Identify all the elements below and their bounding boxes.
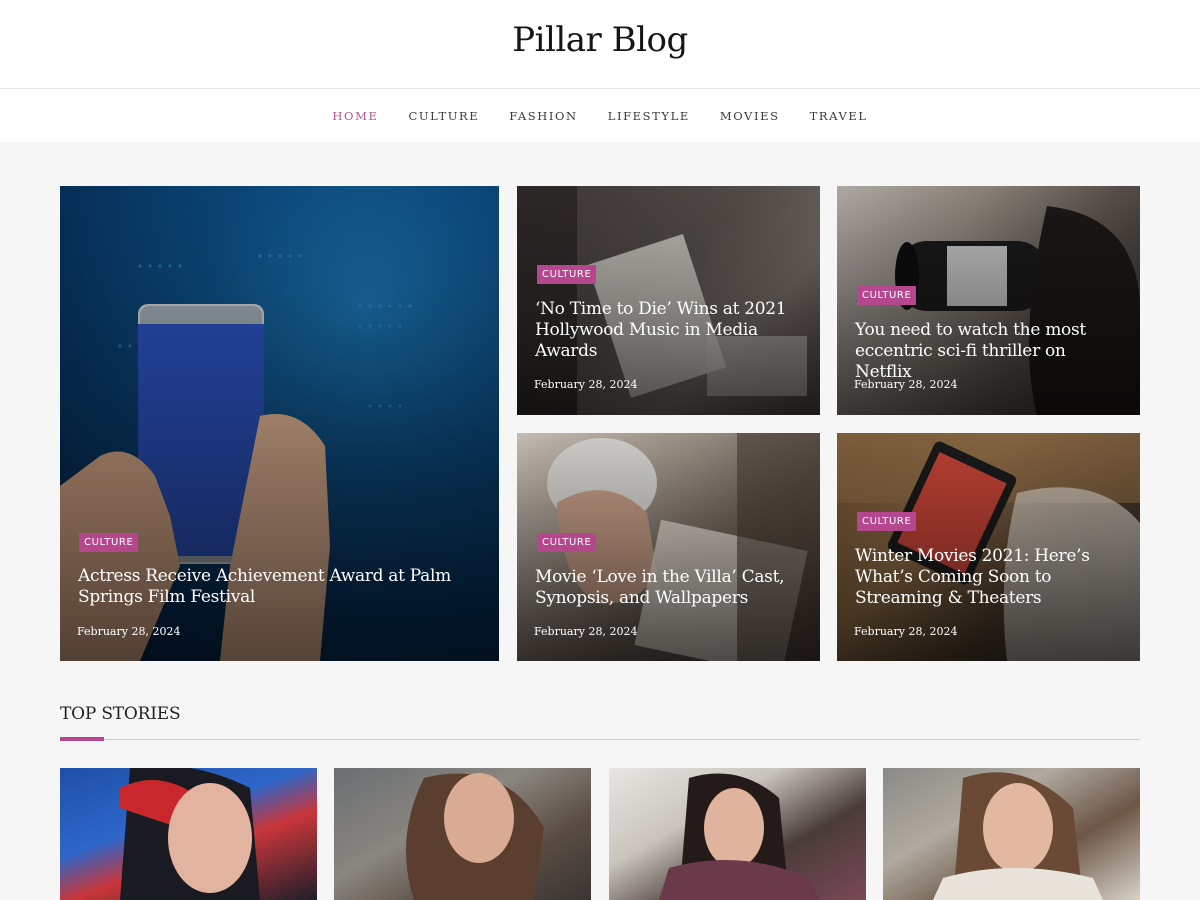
- nav-item-movies[interactable]: MOVIES: [705, 109, 795, 123]
- featured-card-2-date: February 28, 2024: [854, 378, 958, 391]
- nav-item-culture[interactable]: CULTURE: [393, 109, 494, 123]
- featured-card-4[interactable]: CULTURE Winter Movies 2021: Here’s What’…: [837, 433, 1140, 661]
- category-badge[interactable]: CULTURE: [79, 533, 139, 552]
- nav-item-fashion[interactable]: FASHION: [494, 109, 592, 123]
- portrait-image: [659, 773, 819, 900]
- site-header: Pillar Blog: [0, 0, 1200, 89]
- section-divider: [60, 739, 1140, 740]
- category-badge[interactable]: CULTURE: [857, 512, 917, 531]
- featured-main-date: February 28, 2024: [77, 625, 181, 638]
- nav-item-home[interactable]: HOME: [317, 109, 393, 123]
- top-stories-heading: TOP STORIES: [60, 704, 181, 724]
- featured-main-title[interactable]: Actress Receive Achievement Award at Pal…: [78, 566, 458, 608]
- featured-card-2-title[interactable]: You need to watch the most eccentric sci…: [855, 320, 1125, 383]
- top-story-card-3[interactable]: [609, 768, 866, 900]
- main-nav: HOME CULTURE FASHION LIFESTYLE MOVIES TR…: [0, 89, 1200, 142]
- featured-card-1-title[interactable]: ‘No Time to Die’ Wins at 2021 Hollywood …: [535, 299, 800, 362]
- nav-item-lifestyle[interactable]: LIFESTYLE: [593, 109, 705, 123]
- featured-card-3-date: February 28, 2024: [534, 625, 638, 638]
- featured-card-2[interactable]: CULTURE You need to watch the most eccen…: [837, 186, 1140, 415]
- site-title[interactable]: Pillar Blog: [0, 20, 1200, 60]
- portrait-image: [933, 772, 1103, 900]
- featured-main-card[interactable]: CULTURE Actress Receive Achievement Awar…: [60, 186, 499, 661]
- featured-card-3-title[interactable]: Movie ‘Love in the Villa’ Cast, Synopsis…: [535, 567, 800, 609]
- portrait-image: [120, 768, 260, 900]
- featured-card-1-date: February 28, 2024: [534, 378, 638, 391]
- featured-card-1[interactable]: CULTURE ‘No Time to Die’ Wins at 2021 Ho…: [517, 186, 820, 415]
- portrait-image: [406, 773, 544, 900]
- top-story-card-2[interactable]: [334, 768, 591, 900]
- category-badge[interactable]: CULTURE: [857, 286, 917, 305]
- featured-card-4-title[interactable]: Winter Movies 2021: Here’s What’s Coming…: [855, 546, 1115, 609]
- top-story-card-1[interactable]: [60, 768, 317, 900]
- category-badge[interactable]: CULTURE: [537, 265, 597, 284]
- featured-card-4-date: February 28, 2024: [854, 625, 958, 638]
- category-badge[interactable]: CULTURE: [537, 533, 597, 552]
- nav-item-travel[interactable]: TRAVEL: [795, 109, 883, 123]
- featured-card-3[interactable]: CULTURE Movie ‘Love in the Villa’ Cast, …: [517, 433, 820, 661]
- top-story-card-4[interactable]: [883, 768, 1140, 900]
- section-accent-bar: [60, 737, 104, 741]
